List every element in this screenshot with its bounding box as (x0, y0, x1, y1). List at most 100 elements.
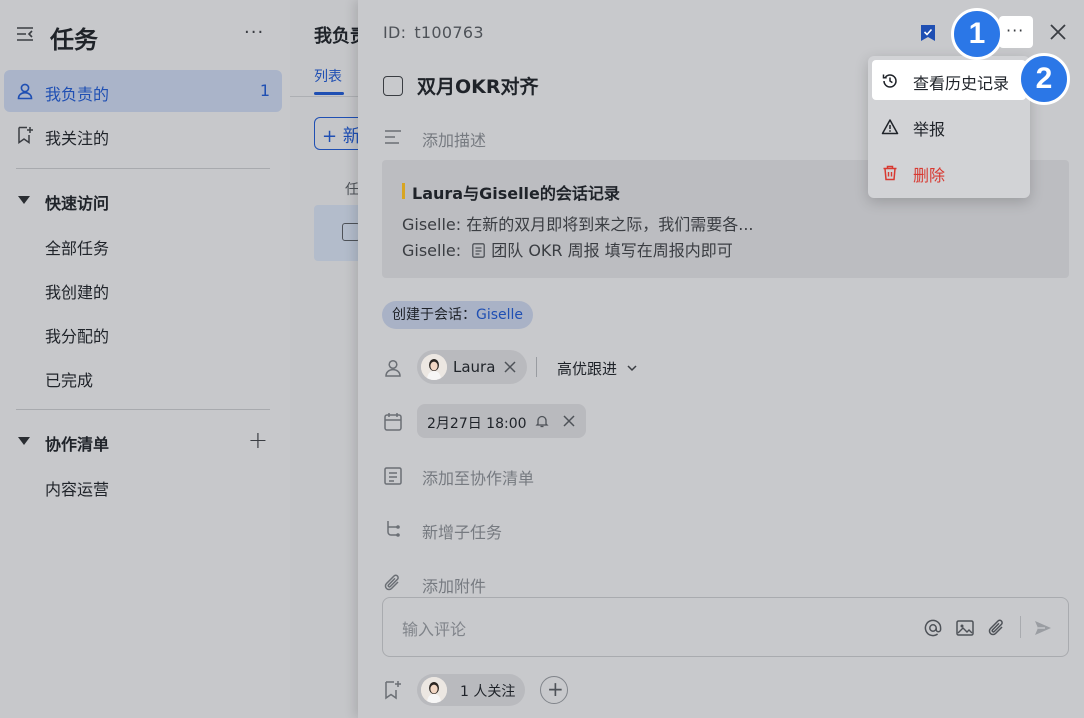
chat-record-sender: Giselle: (402, 241, 462, 260)
sidebar-divider (16, 168, 270, 169)
add-to-list-button[interactable]: 添加至协作清单 (422, 465, 534, 489)
image-icon[interactable] (955, 618, 975, 638)
remove-due-date-icon[interactable] (562, 414, 576, 428)
warning-icon (881, 119, 899, 135)
step-badge-2: 2 (1018, 53, 1070, 105)
menu-item-label: 查看历史记录 (913, 74, 1010, 93)
section-quick-access[interactable]: 快速访问 (4, 181, 282, 221)
remove-assignee-icon[interactable] (503, 360, 517, 374)
bookmark-add-icon (385, 681, 401, 700)
add-list-button[interactable]: + (248, 426, 268, 454)
section-collab-lists[interactable]: 协作清单 + (4, 422, 282, 462)
sidebar-divider (16, 409, 270, 410)
caret-down-icon (18, 437, 30, 445)
chat-record-title: Laura与Giselle的会话记录 (412, 184, 620, 203)
follow-bookmark-icon[interactable] (920, 24, 936, 42)
sidebar-more-button[interactable]: ··· (244, 22, 264, 43)
sidebar-item-created-by-me[interactable]: 我创建的 (45, 279, 109, 303)
chat-record-line: Giselle: 团队 OKR 周报 填写在周报内即可 (402, 237, 733, 261)
followers-count: 1 人关注 (460, 684, 516, 700)
bell-icon[interactable] (535, 414, 549, 428)
source-chat-link[interactable]: Giselle (476, 307, 523, 323)
paperclip-icon (384, 574, 399, 591)
menu-item-view-history[interactable]: 查看历史记录 (872, 60, 1026, 100)
assignee-name: Laura (453, 358, 496, 376)
caret-down-icon (18, 196, 30, 204)
followers-chip[interactable]: 1 人关注 (417, 674, 525, 706)
task-id-prefix: ID: (383, 23, 407, 42)
new-task-button[interactable]: + 新 (314, 117, 360, 150)
sidebar-item-content-ops[interactable]: 内容运营 (45, 476, 109, 500)
more-button[interactable]: ··· (999, 16, 1033, 48)
history-icon (882, 74, 897, 88)
close-icon[interactable] (1048, 22, 1068, 42)
priority-select[interactable]: 高优跟进 (557, 358, 617, 379)
task-id: ID: t100763 (383, 23, 484, 42)
sidebar-item-assigned-to-me[interactable]: 我负责的 1 (4, 70, 282, 112)
due-date-value: 2月27日 18:00 (427, 416, 527, 432)
sidebar-item-label: 我关注的 (45, 129, 110, 148)
task-id-value: t100763 (414, 23, 484, 42)
menu-item-delete[interactable]: 删除 (872, 152, 1026, 192)
avatar (421, 677, 447, 703)
task-title[interactable]: 双月OKR对齐 (417, 72, 539, 99)
sidebar-item-label: 我负责的 (45, 85, 110, 104)
send-icon[interactable] (1033, 618, 1053, 638)
mention-icon[interactable] (923, 618, 943, 638)
sidebar: 任务 ··· 我负责的 1 我关注的 快速访问 全部任务 我创建的 我分配的 已… (0, 0, 290, 718)
sidebar-item-following[interactable]: 我关注的 (4, 114, 282, 156)
add-follower-button[interactable]: + (540, 676, 568, 704)
person-icon (17, 83, 33, 100)
calendar-icon (384, 413, 402, 431)
task-list-column: 我负责 列表 + 新 任 (290, 0, 360, 718)
sidebar-header: 任务 ··· (0, 0, 290, 68)
comment-placeholder: 输入评论 (402, 620, 467, 639)
bookmark-add-icon (18, 126, 33, 144)
comment-input[interactable]: 输入评论 (382, 597, 1069, 657)
collapse-sidebar-icon[interactable] (16, 25, 34, 43)
task-row[interactable] (314, 205, 360, 261)
description-input[interactable]: 添加描述 (422, 127, 486, 151)
comment-toolbar-divider (1020, 616, 1021, 638)
menu-item-label: 删除 (913, 166, 946, 185)
chevron-down-icon[interactable] (626, 362, 638, 374)
avatar (421, 354, 447, 380)
section-label: 快速访问 (45, 194, 110, 213)
add-attachment-button[interactable]: 添加附件 (422, 573, 486, 597)
sidebar-title: 任务 (50, 26, 98, 54)
source-chat-tag[interactable]: 创建于会话：Giselle (382, 301, 534, 329)
assignee-chip[interactable]: Laura (417, 350, 527, 384)
new-task-label: + 新 (322, 126, 360, 147)
menu-item-label: 举报 (913, 120, 946, 139)
more-icon: ··· (1006, 21, 1025, 40)
tab-divider (290, 96, 360, 97)
divider (536, 357, 537, 377)
sidebar-item-all-tasks[interactable]: 全部任务 (45, 235, 109, 259)
subtask-icon (387, 521, 400, 537)
task-complete-checkbox[interactable] (383, 76, 403, 96)
more-actions-menu: 查看历史记录 举报 删除 (868, 56, 1030, 198)
chat-record-doc-link[interactable]: 团队 OKR 周报 填写在周报内即可 (491, 241, 732, 260)
tab-indicator (314, 92, 344, 95)
due-date-chip[interactable]: 2月27日 18:00 (417, 404, 586, 438)
tab-list[interactable]: 列表 (314, 66, 342, 86)
plus-icon: + (547, 677, 564, 701)
list-icon (384, 467, 402, 485)
sidebar-item-count: 1 (259, 81, 270, 100)
chat-record-line: Giselle: 在新的双月即将到来之际，我们需要各... (402, 215, 754, 234)
source-prefix: 创建于会话： (392, 307, 476, 323)
quote-accent-bar (402, 183, 405, 199)
step-badge-1: 1 (951, 8, 1003, 60)
sidebar-item-assigned-by-me[interactable]: 我分配的 (45, 323, 109, 347)
list-title: 我负责 (314, 26, 360, 47)
add-subtask-button[interactable]: 新增子任务 (422, 519, 502, 543)
attach-icon[interactable] (987, 618, 1007, 638)
document-icon (472, 243, 486, 258)
menu-item-report[interactable]: 举报 (872, 106, 1026, 146)
person-icon (385, 359, 401, 377)
section-label: 协作清单 (45, 435, 110, 454)
trash-icon (883, 165, 897, 181)
description-icon (385, 130, 401, 144)
sidebar-item-completed[interactable]: 已完成 (45, 367, 93, 391)
column-header: 任 (345, 182, 359, 198)
